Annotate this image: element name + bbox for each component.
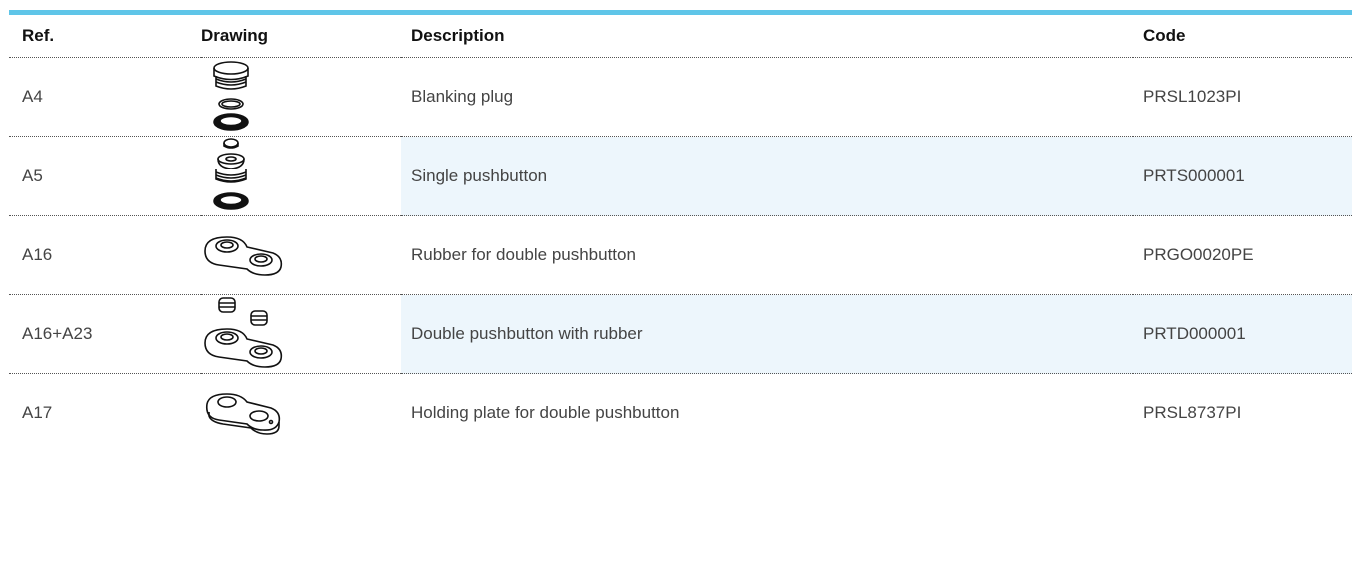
table-row: A17 Holding plate for double pushbutton … — [9, 374, 1352, 453]
cell-drawing — [201, 136, 401, 216]
holding-plate-icon — [205, 393, 281, 436]
table-row: A4 Blanking plug PRSL1023PI — [9, 57, 1352, 137]
rubber-double-pushbutton-icon — [204, 236, 283, 276]
cell-code: PRTS000001 — [1133, 136, 1352, 216]
cell-ref: A5 — [9, 136, 201, 216]
cell-description: Single pushbutton — [401, 136, 1133, 216]
cell-code: PRSL8737PI — [1143, 403, 1242, 423]
cell-code: PRSL1023PI — [1133, 57, 1352, 137]
cell-drawing — [201, 215, 401, 295]
blanking-plug-icon — [213, 61, 249, 131]
header-drawing: Drawing — [201, 15, 401, 58]
single-pushbutton-icon — [213, 138, 249, 210]
table-row: A16+A23 Double pushbutton with rubber PR… — [9, 294, 1352, 374]
parts-table-container: Ref. Drawing Description Code A4 Blankin… — [9, 10, 1352, 453]
cell-ref: A16 — [9, 215, 201, 295]
parts-table: Ref. Drawing Description Code A4 Blankin… — [9, 15, 1352, 453]
cell-drawing — [201, 374, 401, 453]
double-pushbutton-with-rubber-icon — [204, 297, 283, 368]
cell-code: PRTD000001 — [1133, 294, 1352, 374]
header-description: Description — [401, 15, 1133, 58]
cell-ref: A4 — [9, 57, 201, 137]
header-code: Code — [1133, 15, 1352, 58]
cell-drawing — [201, 294, 401, 374]
cell-ref: A16+A23 — [9, 294, 201, 374]
header-ref: Ref. — [9, 15, 201, 58]
cell-drawing — [201, 57, 401, 137]
cell-description: Holding plate for double pushbutton — [411, 403, 680, 423]
table-row: A16 Rubber for double pushbutton PRGO002… — [9, 215, 1352, 295]
table-header-row: Ref. Drawing Description Code — [9, 15, 1352, 58]
cell-description: Rubber for double pushbutton — [401, 215, 1133, 295]
cell-description: Blanking plug — [401, 57, 1133, 137]
cell-ref: A17 — [22, 403, 53, 423]
cell-code: PRGO0020PE — [1133, 215, 1352, 295]
table-row: A5 Single pushbutton PRTS000001 — [9, 136, 1352, 216]
cell-description: Double pushbutton with rubber — [401, 294, 1133, 374]
